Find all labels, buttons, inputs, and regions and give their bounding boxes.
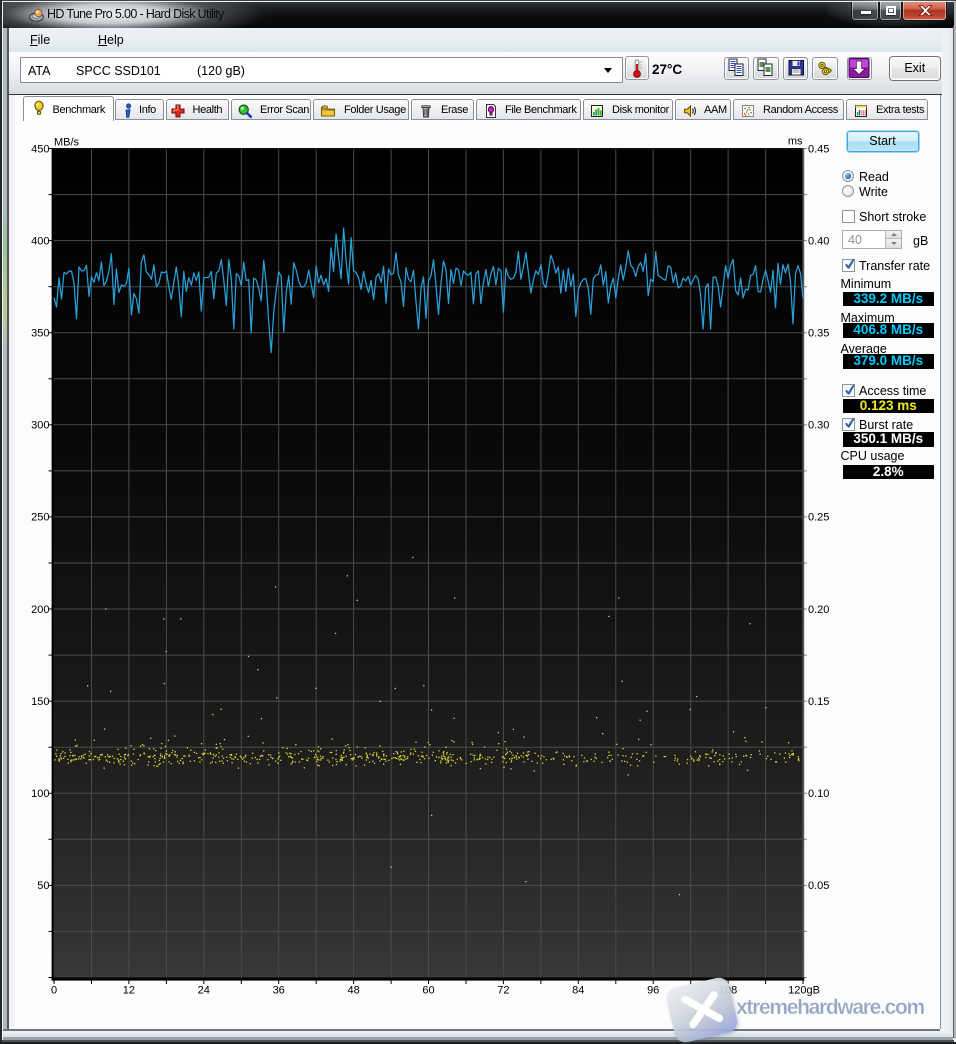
svg-text:36: 36 [273, 985, 285, 997]
svg-text:450: 450 [31, 143, 49, 155]
svg-text:50: 50 [37, 880, 49, 892]
svg-text:0.10: 0.10 [808, 788, 829, 800]
svg-text:96: 96 [647, 985, 659, 997]
svg-text:200: 200 [31, 604, 49, 616]
svg-text:0.40: 0.40 [808, 235, 829, 247]
svg-text:48: 48 [347, 985, 359, 997]
svg-text:350: 350 [31, 328, 49, 340]
svg-text:0.45: 0.45 [808, 143, 829, 155]
svg-text:60: 60 [422, 985, 434, 997]
svg-text:0: 0 [51, 985, 57, 997]
svg-text:72: 72 [497, 985, 509, 997]
svg-text:0.35: 0.35 [808, 328, 829, 340]
svg-text:0.15: 0.15 [808, 696, 829, 708]
svg-text:250: 250 [31, 512, 49, 524]
svg-text:0.30: 0.30 [808, 420, 829, 432]
svg-text:24: 24 [198, 985, 210, 997]
svg-text:300: 300 [31, 420, 49, 432]
svg-text:0.25: 0.25 [808, 512, 829, 524]
svg-text:150: 150 [31, 696, 49, 708]
svg-text:0.20: 0.20 [808, 604, 829, 616]
svg-text:400: 400 [31, 235, 49, 247]
svg-text:MB/s: MB/s [54, 137, 80, 149]
svg-text:12: 12 [123, 985, 135, 997]
svg-text:84: 84 [572, 985, 584, 997]
svg-text:120gB: 120gB [788, 985, 820, 997]
svg-text:ms: ms [788, 136, 803, 148]
svg-text:100: 100 [31, 788, 49, 800]
svg-text:0.05: 0.05 [808, 880, 829, 892]
